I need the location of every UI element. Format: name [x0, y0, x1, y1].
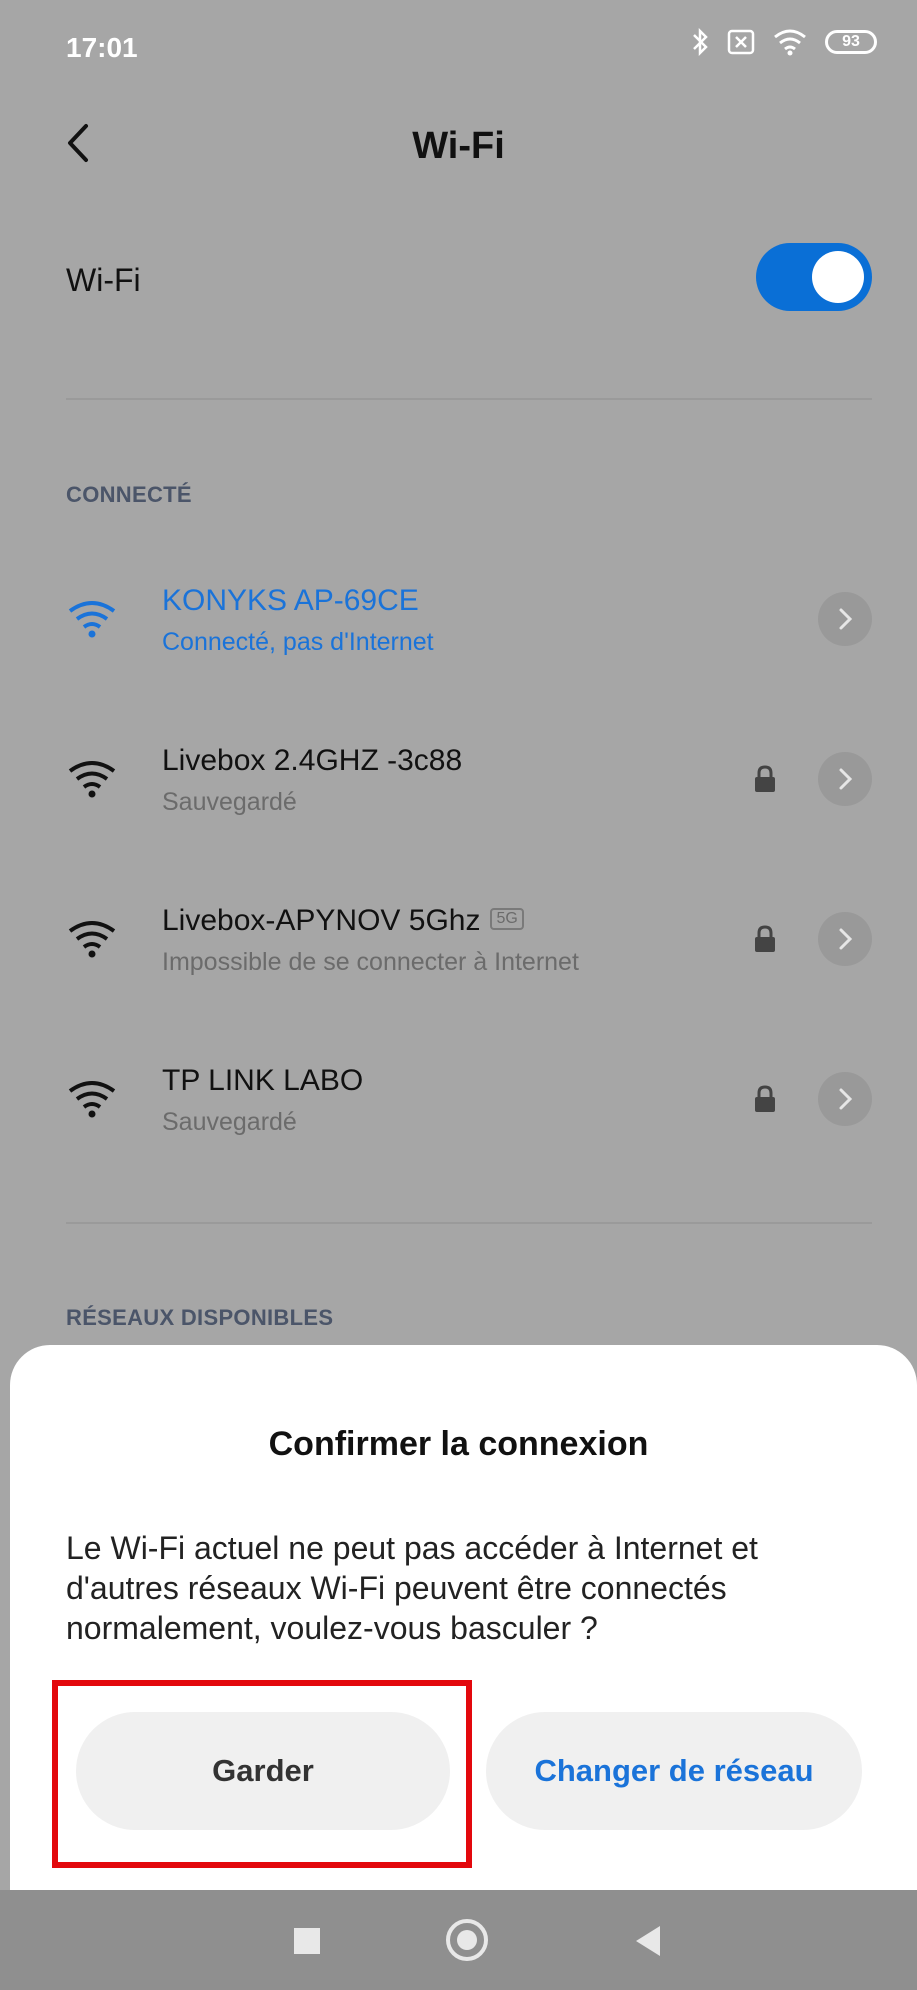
network-details-button[interactable] — [818, 912, 872, 966]
5g-badge: 5G — [490, 908, 524, 931]
network-row-tp-link[interactable]: TP LINK LABO Sauvegardé — [0, 1042, 917, 1172]
network-status: Connecté, pas d'Internet — [162, 628, 434, 656]
wifi-signal-icon — [68, 921, 116, 958]
network-details-button[interactable] — [818, 752, 872, 806]
network-status: Sauvegardé — [162, 1108, 297, 1136]
wifi-signal-icon — [68, 1081, 116, 1118]
bluetooth-icon — [693, 28, 708, 56]
lock-icon — [755, 1085, 775, 1112]
divider — [66, 398, 872, 400]
home-icon[interactable] — [446, 1919, 488, 1961]
recents-icon[interactable] — [294, 1928, 320, 1954]
wifi-toggle-label: Wi-Fi — [66, 262, 141, 298]
toggle-knob — [812, 251, 864, 303]
nav-back-icon[interactable] — [636, 1926, 660, 1956]
divider — [66, 1222, 872, 1224]
chevron-right-icon — [839, 928, 853, 950]
network-name-text: Livebox-APYNOV 5Ghz — [162, 904, 481, 937]
network-name: KONYKS AP-69CE — [162, 584, 419, 617]
status-icons: 93 — [691, 28, 877, 56]
network-status: Impossible de se connecter à Internet — [162, 948, 579, 976]
home-dot — [457, 1930, 477, 1950]
battery-icon: 93 — [825, 30, 877, 54]
switch-network-button[interactable]: Changer de réseau — [486, 1712, 862, 1830]
wifi-toggle[interactable] — [756, 243, 872, 311]
chevron-right-icon — [839, 1088, 853, 1110]
network-details-button[interactable] — [818, 1072, 872, 1126]
network-row-livebox-apynov[interactable]: Livebox-APYNOV 5Ghz 5G Impossible de se c… — [0, 882, 917, 1012]
dialog-title: Confirmer la connexion — [268, 1425, 649, 1463]
section-label-connected: CONNECTÉ — [66, 482, 192, 507]
network-details-button[interactable] — [818, 592, 872, 646]
wifi-signal-icon — [68, 601, 116, 638]
dialog-message: Le Wi-Fi actuel ne peut pas accéder à In… — [66, 1530, 758, 1646]
network-name: Livebox-APYNOV 5Ghz 5G — [162, 904, 524, 938]
no-sim-icon — [727, 29, 755, 55]
wifi-signal-icon — [68, 761, 116, 798]
network-name: Livebox 2.4GHZ -3c88 — [162, 744, 463, 777]
page-title: Wi-Fi — [412, 125, 505, 167]
lock-icon — [755, 925, 775, 952]
network-name: TP LINK LABO — [162, 1064, 364, 1097]
lock-icon — [755, 765, 775, 792]
network-row-livebox-24[interactable]: Livebox 2.4GHZ -3c88 Sauvegardé — [0, 722, 917, 852]
status-time: 17:01 — [66, 32, 138, 63]
highlight-box — [52, 1680, 472, 1868]
network-status: Sauvegardé — [162, 788, 297, 816]
section-label-available: RÉSEAUX DISPONIBLES — [66, 1305, 334, 1330]
network-row-konyks[interactable]: KONYKS AP-69CE Connecté, pas d'Internet — [0, 562, 917, 692]
wifi-status-icon — [774, 29, 806, 56]
chevron-right-icon — [839, 608, 853, 630]
chevron-right-icon — [839, 768, 853, 790]
